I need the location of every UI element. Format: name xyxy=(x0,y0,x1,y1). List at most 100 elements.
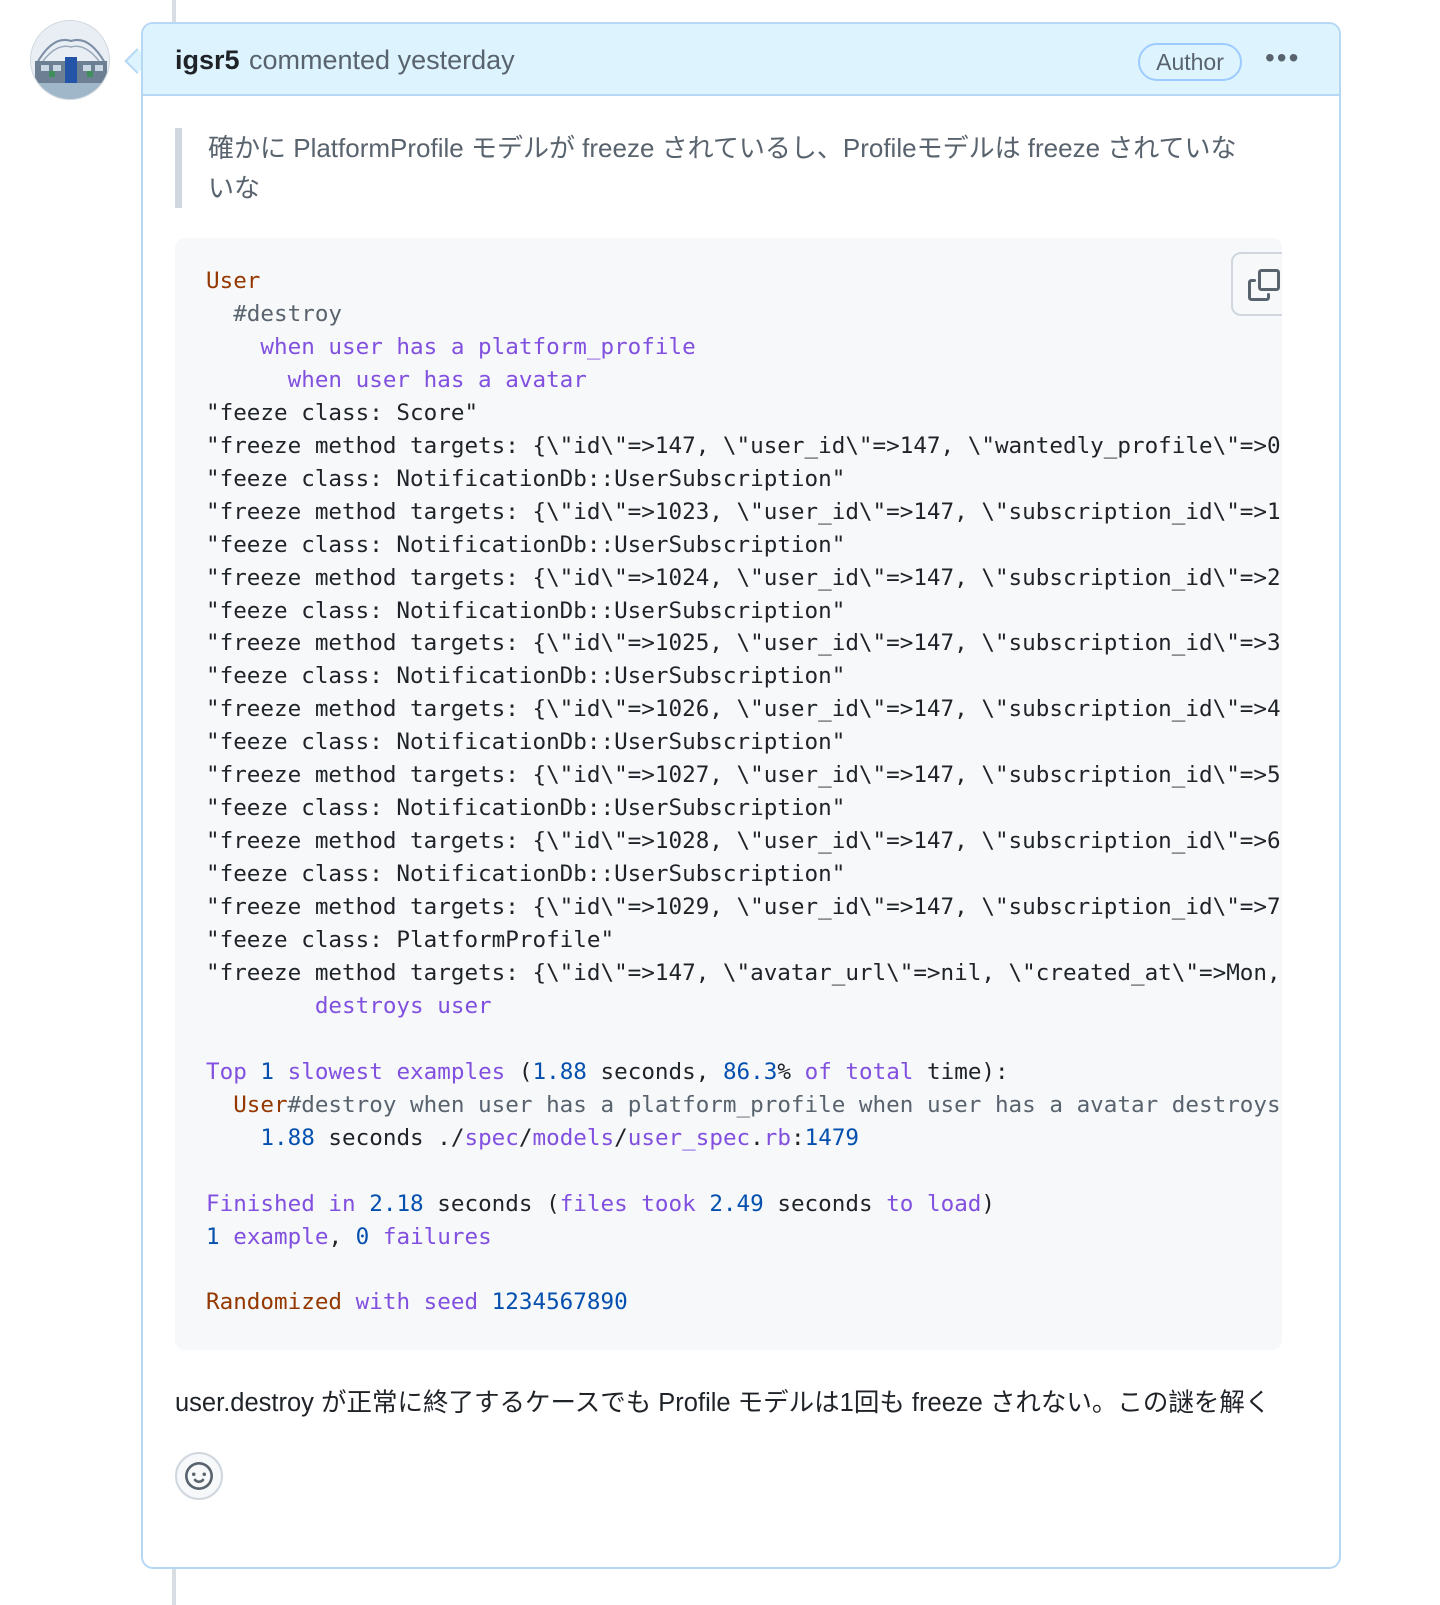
code-token: 1 xyxy=(206,1223,220,1250)
code-token: seconds ./ xyxy=(314,1124,465,1151)
comment-body: user.destroy が正常に終了するケースでも Profile モデルは1… xyxy=(175,1389,1271,1417)
code-token: % xyxy=(777,1058,791,1085)
code-token: ( xyxy=(518,1058,533,1085)
code-token: when user has a platform_profile xyxy=(206,333,696,360)
add-reaction-button[interactable] xyxy=(175,1452,223,1500)
code-token: failures xyxy=(369,1223,492,1250)
code-token: 2.18 xyxy=(369,1190,424,1217)
code-token: files took xyxy=(559,1190,710,1217)
code-token: models xyxy=(532,1124,615,1151)
code-token: 1.88 xyxy=(532,1058,587,1085)
code-line: "freeze method targets: {\"id\"=>1026, \… xyxy=(206,694,1281,724)
comment-header: igsr5 commented yesterday Author ••• xyxy=(143,24,1339,96)
code-token: slowest examples xyxy=(274,1058,519,1085)
code-line: "feeze class: NotificationDb::UserSubscr… xyxy=(206,859,845,889)
code-token: spec xyxy=(464,1124,519,1151)
code-line: "feeze class: NotificationDb::UserSubscr… xyxy=(206,661,845,691)
code-line: "freeze method targets: {\"id\"=>147, \"… xyxy=(206,958,1281,988)
code-block: User #destroy when user has a platform_p… xyxy=(175,238,1282,1350)
code-line: when user has a platform_profile xyxy=(206,332,696,362)
code-line: when user has a avatar xyxy=(206,365,587,395)
code-line: "freeze method targets: {\"id\"=>1024, \… xyxy=(206,563,1281,593)
code-line: "feeze class: Score" xyxy=(206,398,478,428)
code-line: "freeze method targets: {\"id\"=>1025, \… xyxy=(206,628,1281,658)
code-token: "freeze method targets: {\"id\"=>147, \"… xyxy=(206,959,1281,986)
comment-box: igsr5 commented yesterday Author ••• 確かに… xyxy=(141,22,1341,1569)
copy-button[interactable] xyxy=(1231,252,1282,316)
code-line: 1.88 seconds ./spec/models/user_spec.rb:… xyxy=(206,1123,859,1153)
code-line: "freeze method targets: {\"id\"=>147, \"… xyxy=(206,431,1281,461)
code-token: 1.88 xyxy=(206,1124,315,1151)
code-token: "feeze class: NotificationDb::UserSubscr… xyxy=(206,531,846,558)
code-line: Top 1 slowest examples (1.88 seconds, 86… xyxy=(206,1057,1009,1087)
code-token: "feeze class: NotificationDb::UserSubscr… xyxy=(206,465,846,492)
code-token: seconds, xyxy=(586,1058,723,1085)
code-token: User xyxy=(206,1091,288,1118)
code-token: Randomized xyxy=(206,1289,356,1316)
code-token: 2.49 xyxy=(709,1190,764,1217)
code-token: "freeze method targets: {\"id\"=>1028, \… xyxy=(206,828,1281,855)
code-token: Finished in xyxy=(206,1190,370,1217)
code-token: Top xyxy=(206,1058,261,1085)
code-line: "freeze method targets: {\"id\"=>1023, \… xyxy=(206,497,1281,527)
code-line: destroys user xyxy=(206,991,492,1021)
code-token: 0 xyxy=(355,1223,370,1250)
code-token: ) xyxy=(981,1190,996,1217)
code-token: to load xyxy=(886,1190,982,1217)
code-token: "freeze method targets: {\"id\"=>1027, \… xyxy=(206,762,1281,789)
code-line: "feeze class: NotificationDb::UserSubscr… xyxy=(206,464,845,494)
code-line: 1 example, 0 failures xyxy=(206,1222,492,1252)
code-token: "feeze class: Score" xyxy=(206,399,479,426)
code-line: Randomized with seed 1234567890 xyxy=(206,1287,628,1317)
author-name[interactable]: igsr5 xyxy=(175,45,240,76)
code-token: #destroy xyxy=(206,300,343,327)
code-token: / xyxy=(614,1124,628,1151)
avatar[interactable] xyxy=(30,20,110,100)
code-line: "freeze method targets: {\"id\"=>1028, \… xyxy=(206,826,1281,856)
code-token: "feeze class: NotificationDb::UserSubscr… xyxy=(206,597,846,624)
code-token: rb xyxy=(763,1124,791,1151)
code-token: "freeze method targets: {\"id\"=>1023, \… xyxy=(206,498,1281,525)
code-line: "feeze class: PlatformProfile" xyxy=(206,925,614,955)
code-token: "freeze method targets: {\"id\"=>147, \"… xyxy=(206,432,1281,459)
code-token: user_spec xyxy=(627,1124,751,1151)
code-token: of total xyxy=(790,1058,928,1085)
code-token: 1234567890 xyxy=(491,1289,628,1316)
code-token: 1 xyxy=(260,1058,275,1085)
code-line: "feeze class: NotificationDb::UserSubscr… xyxy=(206,530,845,560)
code-token: User xyxy=(206,268,261,294)
code-token: 1479 xyxy=(804,1124,860,1151)
copy-icon xyxy=(1248,269,1280,301)
code-token: #destroy when user has a platform_profil… xyxy=(287,1091,1281,1118)
code-token: "freeze method targets: {\"id\"=>1026, \… xyxy=(206,696,1281,723)
code-line: "feeze class: NotificationDb::UserSubscr… xyxy=(206,727,845,757)
code-token: time): xyxy=(927,1058,1009,1085)
code-token: "freeze method targets: {\"id\"=>1024, \… xyxy=(206,564,1281,591)
kebab-horizontal-icon[interactable]: ••• xyxy=(1265,44,1300,72)
code-token: "feeze class: NotificationDb::UserSubscr… xyxy=(206,861,846,888)
code-line: "freeze method targets: {\"id\"=>1027, \… xyxy=(206,760,1281,790)
code-token: "freeze method targets: {\"id\"=>1029, \… xyxy=(206,894,1281,921)
code-token: / xyxy=(518,1124,533,1151)
code-line: "feeze class: NotificationDb::UserSubscr… xyxy=(206,596,845,626)
avatar-image xyxy=(31,21,109,99)
author-badge: Author xyxy=(1138,43,1242,81)
code-line: "feeze class: NotificationDb::UserSubscr… xyxy=(206,793,845,823)
code-line: User#destroy when user has a platform_pr… xyxy=(206,1090,1281,1120)
code-token: with seed xyxy=(355,1289,492,1316)
code-token: "feeze class: PlatformProfile" xyxy=(206,927,615,953)
code-token: , xyxy=(328,1223,356,1250)
code-token: "feeze class: NotificationDb::UserSubscr… xyxy=(206,795,846,822)
code-token: "feeze class: NotificationDb::UserSubscr… xyxy=(206,663,846,690)
code-token: seconds xyxy=(763,1190,887,1217)
code-token: seconds ( xyxy=(423,1190,560,1217)
code-token: 86.3 xyxy=(722,1058,778,1085)
comment-timestamp[interactable]: commented yesterday xyxy=(249,45,515,76)
code-token: : xyxy=(791,1124,805,1151)
smiley-icon xyxy=(185,1462,213,1490)
code-token: "freeze method targets: {\"id\"=>1025, \… xyxy=(206,630,1281,657)
code-line: "freeze method targets: {\"id\"=>1029, \… xyxy=(206,892,1281,922)
code-token: when user has a avatar xyxy=(206,366,587,393)
code-line: Finished in 2.18 seconds (files took 2.4… xyxy=(206,1189,995,1219)
code-token: "feeze class: NotificationDb::UserSubscr… xyxy=(206,729,846,756)
